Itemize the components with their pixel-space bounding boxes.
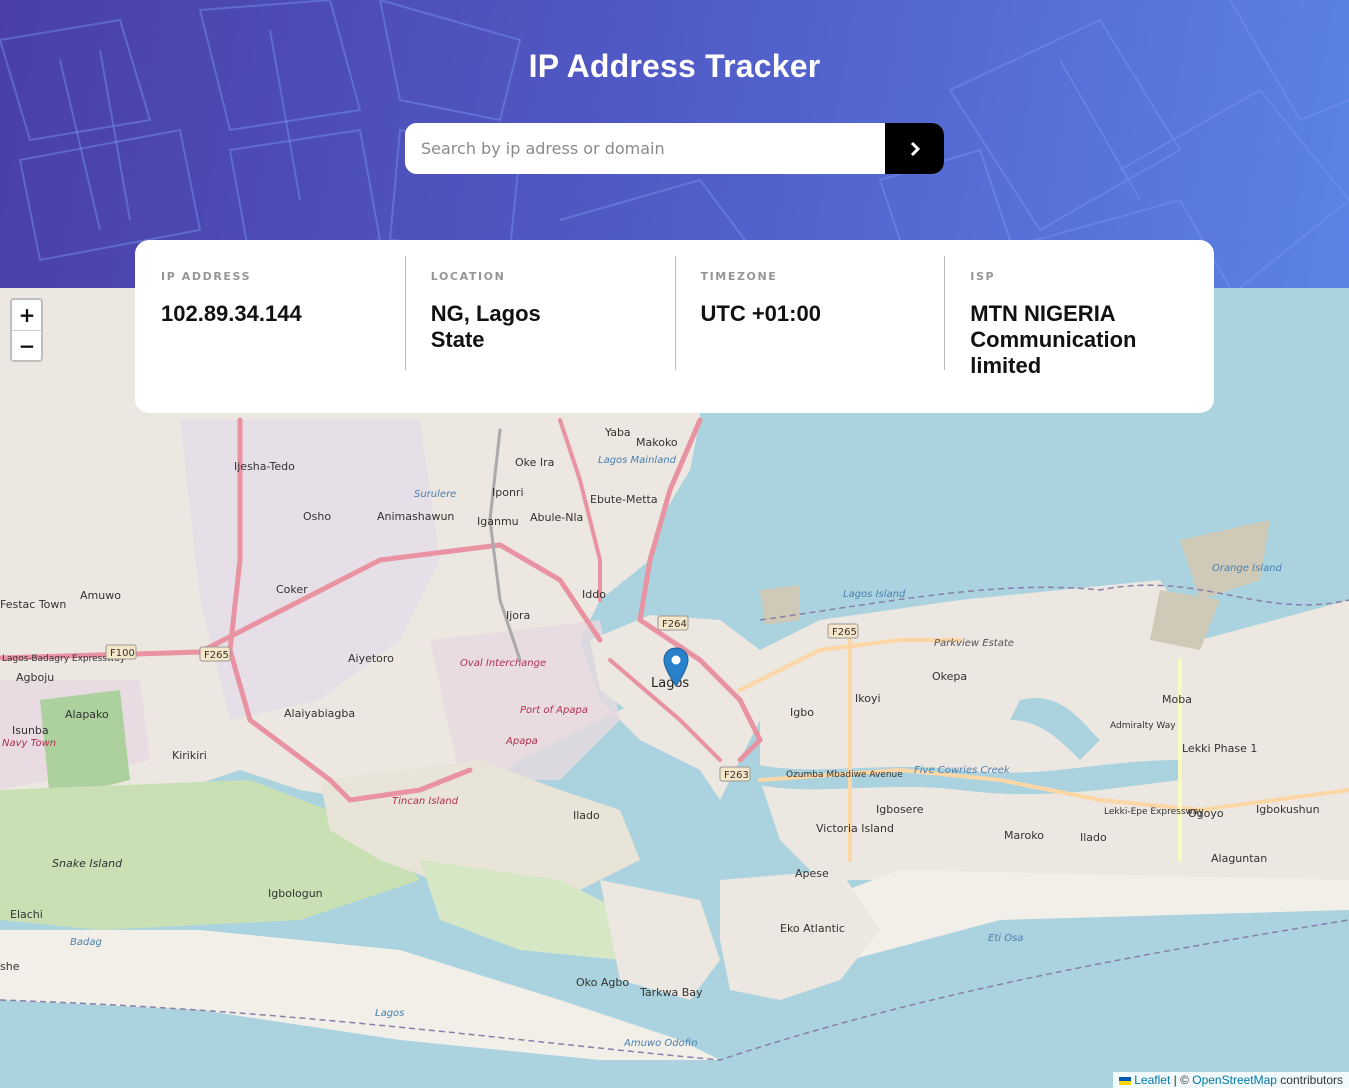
search-input[interactable]: [405, 123, 885, 174]
map-label-eti-osa: Eti Osa: [988, 933, 1023, 944]
map-label-lekki-phase: Lekki Phase 1: [1182, 742, 1257, 755]
map-label-oke-ira: Oke Ira: [515, 456, 554, 469]
map-label-maroko: Maroko: [1004, 829, 1044, 842]
search-submit-button[interactable]: [885, 123, 944, 174]
map-label-igbokushun: Igbokushun: [1256, 803, 1320, 816]
map-label-tarkwa-bay: Tarkwa Bay: [639, 986, 703, 999]
map-label-apapa: Apapa: [505, 736, 538, 747]
location-section: LOCATION NG, Lagos State: [404, 256, 675, 397]
map-label-port-of-apapa: Port of Apapa: [520, 705, 588, 716]
road-shield-f100: F100: [110, 648, 135, 659]
map-label-yaba: Yaba: [604, 426, 631, 439]
map-label-ozumba-mbadiwe-avenue: Ozumba Mbadiwe Avenue: [786, 770, 903, 780]
chevron-right-icon: [910, 141, 920, 156]
map-label-admiralty-way: Admiralty Way: [1110, 721, 1176, 731]
location-value: NG, Lagos State: [430, 301, 541, 352]
map-label-navy-town: Navy Town: [2, 738, 56, 749]
map-label-iddo: Iddo: [582, 588, 606, 601]
map-label-amuwo: Amuwo: [80, 589, 121, 602]
ip-address-section: IP ADDRESS 102.89.34.144: [135, 256, 405, 397]
map-label-parkview-estate: Parkview Estate: [934, 638, 1014, 649]
road-shield-f263: F263: [724, 770, 749, 781]
attribution-suffix: contributors: [1276, 1073, 1343, 1087]
map-label-ikoyi: Ikoyi: [855, 692, 881, 705]
search-bar: [405, 123, 944, 174]
timezone-section: TIMEZONE UTC +01:00: [674, 256, 945, 397]
map-label-kirikiri: Kirikiri: [172, 749, 207, 762]
map-label-igbologun: Igbologun: [268, 887, 323, 900]
map-label-abule-nla: Abule-Nla: [530, 511, 583, 524]
isp-label: ISP: [970, 270, 996, 283]
map-label-alapako: Alapako: [65, 708, 109, 721]
isp-section: ISP MTN NIGERIA Communication limited: [944, 256, 1214, 397]
map-label-orange-island: Orange Island: [1212, 563, 1283, 574]
attribution-separator: | ©: [1170, 1073, 1193, 1087]
map-label-isunba: Isunba: [12, 724, 49, 737]
map-label-ishe: she: [0, 960, 20, 973]
map-label-makoko: Makoko: [636, 436, 678, 449]
timezone-label: TIMEZONE: [700, 270, 778, 283]
page-title: IP Address Tracker: [528, 48, 821, 84]
map-attribution: Leaflet | © OpenStreetMap contributors: [1113, 1072, 1349, 1088]
map-label-animashawun: Animashawun: [377, 510, 454, 523]
map-label-lagos-island: Lagos Island: [843, 589, 906, 600]
ip-info-card: IP ADDRESS 102.89.34.144 LOCATION NG, La…: [135, 240, 1214, 413]
ip-address-label: IP ADDRESS: [161, 270, 252, 283]
map-label-lagos: Lagos: [651, 676, 689, 691]
map-label-okepa: Okepa: [932, 670, 967, 683]
map-label-eko-atlantic: Eko Atlantic: [780, 922, 845, 935]
map-label-surulere: Surulere: [414, 489, 456, 500]
map-label-ijora: Ijora: [506, 609, 530, 622]
map-label-aiyetoro: Aiyetoro: [348, 652, 394, 665]
zoom-in-button[interactable]: +: [12, 300, 41, 330]
zoom-out-button[interactable]: −: [12, 330, 41, 360]
map-label-victoria-island: Victoria Island: [816, 822, 894, 835]
map-label-oko-agbo: Oko Agbo: [576, 976, 629, 989]
leaflet-link[interactable]: Leaflet: [1134, 1073, 1170, 1087]
map-label-five-cowries-creek: Five Cowries Creek: [914, 765, 1011, 776]
map-label-oval-interchange: Oval Interchange: [460, 658, 546, 669]
map-label-ilado: Ilado: [573, 809, 600, 822]
map-label-coker: Coker: [276, 583, 308, 596]
map-label-igbosere: Igbosere: [876, 803, 924, 816]
map-label-badag: Badag: [70, 937, 102, 948]
road-shield-f265-west: F265: [204, 650, 229, 661]
map-label-festac-town: Festac Town: [0, 598, 66, 611]
road-shield-f264: F264: [662, 619, 687, 630]
map-label-lagos-mainland: Lagos Mainland: [598, 455, 677, 466]
map-label-igbo: Igbo: [790, 706, 814, 719]
map-label-iganmu: Iganmu: [477, 515, 519, 528]
map-label-lekki-epe-expressway: Lekki-Epe Expressway: [1104, 807, 1204, 817]
map-label-ilado-2: Ilado: [1080, 831, 1107, 844]
map-label-alaiyabiagba: Alaiyabiagba: [284, 707, 355, 720]
map-label-agboju: Agboju: [16, 671, 54, 684]
road-shield-f265-east: F265: [832, 627, 857, 638]
isp-value: MTN NIGERIA Communication limited: [970, 301, 1137, 378]
openstreetmap-link[interactable]: OpenStreetMap: [1192, 1073, 1277, 1087]
ukraine-flag-icon: [1119, 1076, 1132, 1085]
ip-address-value: 102.89.34.144: [161, 301, 302, 326]
map-label-alaguntan: Alaguntan: [1211, 852, 1267, 865]
map-label-amuwo-odofin: Amuwo Odofin: [623, 1038, 698, 1049]
map-label-tincan-island: Tincan Island: [392, 796, 459, 807]
map-label-iponri: Iponri: [492, 486, 524, 499]
zoom-control: + −: [10, 298, 43, 362]
map-label-elachi: Elachi: [10, 908, 43, 921]
map-label-snake-island: Snake Island: [52, 857, 123, 870]
map-label-ijesha-tedo: Ijesha-Tedo: [234, 460, 295, 473]
map-label-moba: Moba: [1162, 693, 1192, 706]
timezone-value: UTC +01:00: [700, 301, 821, 326]
map-label-apese: Apese: [795, 867, 829, 880]
map-label-osho: Osho: [303, 510, 331, 523]
location-label: LOCATION: [430, 270, 506, 283]
map-label-ebute-metta: Ebute-Metta: [590, 493, 658, 506]
map-label-lagos-water: Lagos: [375, 1008, 404, 1019]
